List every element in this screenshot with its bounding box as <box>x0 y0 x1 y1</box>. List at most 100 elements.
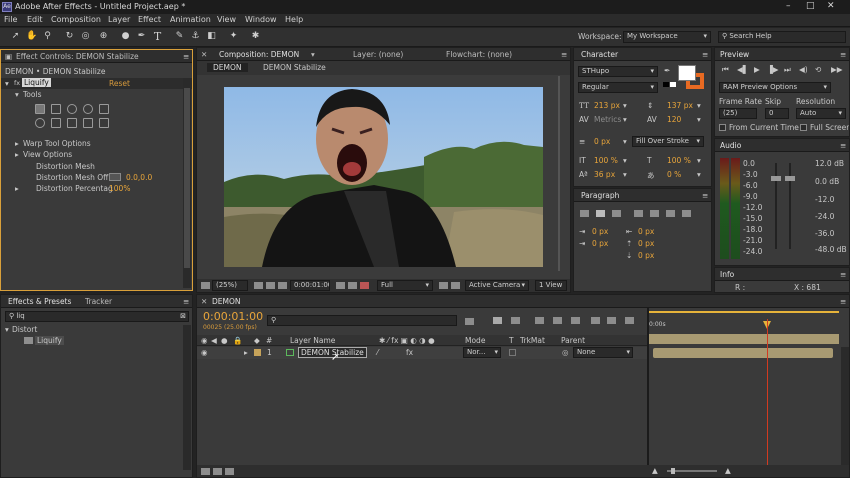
chevron-down-icon[interactable]: ▾ <box>697 101 701 110</box>
indent-right-value[interactable]: 0 px <box>638 227 654 236</box>
type-tool-icon[interactable]: T <box>152 31 163 42</box>
previous-frame-icon[interactable]: ◀▌ <box>737 65 749 74</box>
workspace-dropdown[interactable]: My Workspace ▾ <box>623 31 711 43</box>
clone-stamp-tool-icon[interactable]: ⚓ <box>190 31 201 42</box>
font-family-dropdown[interactable]: STHupo ▾ <box>578 66 658 77</box>
justify-all-icon[interactable] <box>682 210 691 217</box>
layer-duration-bar[interactable] <box>653 348 833 358</box>
vertical-scale-value[interactable]: 100 % <box>594 156 618 165</box>
timeline-zoom-knob[interactable] <box>671 468 675 474</box>
timeline-layer-row[interactable]: ◉ ▸ 1 DEMON Stabilize ➚ ⁄ fx Nor... ▾ ◎ … <box>197 347 647 363</box>
region-of-interest-icon[interactable] <box>439 282 448 289</box>
full-screen-checkbox[interactable] <box>800 124 807 131</box>
fx-icon[interactable]: fx <box>14 79 20 87</box>
reflection-tool-icon[interactable] <box>67 118 77 128</box>
zoom-out-icon[interactable]: ▲ <box>652 466 658 475</box>
motion-blur-icon[interactable] <box>571 317 580 324</box>
expand-in-out-icon[interactable] <box>225 468 234 475</box>
frame-rate-dropdown[interactable]: (25) <box>719 108 757 119</box>
chevron-down-icon[interactable]: ▾ <box>623 137 627 146</box>
snapshot-icon[interactable] <box>336 282 345 289</box>
panel-menu-icon[interactable]: ≡ <box>183 52 189 61</box>
align-left-icon[interactable] <box>580 210 589 217</box>
grid-icon[interactable] <box>266 282 275 289</box>
search-help-field[interactable]: ⚲ Search Help <box>718 31 846 43</box>
loop-icon[interactable]: ⟲ <box>815 65 821 74</box>
parent-header[interactable]: Parent <box>561 336 585 345</box>
crumb-demon-stabilize[interactable]: DEMON Stabilize <box>263 63 326 72</box>
last-frame-icon[interactable]: ⏭ <box>784 65 791 75</box>
leading-value[interactable]: 137 px <box>667 101 693 110</box>
liquify-effect-row[interactable]: ▾ fx Liquify Reset <box>1 78 192 89</box>
layer-parent-dropdown[interactable]: None ▾ <box>573 347 633 358</box>
menu-effect[interactable]: Effect <box>138 15 161 24</box>
effects-search-field[interactable]: ⚲ liq ⊠ <box>5 311 189 322</box>
pickwhip-icon[interactable]: ◎ <box>562 348 569 357</box>
chevron-down-icon[interactable]: ▾ <box>623 170 627 179</box>
disclosure-triangle-icon[interactable]: ▸ <box>15 150 19 159</box>
view-options[interactable]: View Options <box>23 150 72 159</box>
crosshair-icon[interactable] <box>109 173 121 181</box>
roto-brush-tool-icon[interactable]: ✦ <box>228 31 239 42</box>
current-time-field[interactable]: 0:00:01:00 <box>290 280 330 291</box>
expand-modes-icon[interactable] <box>213 468 222 475</box>
indent-first-value[interactable]: 0 px <box>592 239 608 248</box>
horizontal-scale-value[interactable]: 100 % <box>667 156 691 165</box>
brainstorm-icon[interactable] <box>591 317 600 324</box>
rotate-tool-icon[interactable]: ↻ <box>64 31 75 42</box>
timeline-search-field[interactable]: ⚲ <box>267 315 457 326</box>
panel-menu-icon[interactable]: ≡ <box>183 297 189 306</box>
indent-left-value[interactable]: 0 px <box>592 227 608 236</box>
composition-viewer[interactable] <box>224 87 543 267</box>
layer-mode-dropdown[interactable]: Nor... ▾ <box>463 347 501 358</box>
stroke-type-dropdown[interactable]: Fill Over Stroke ▾ <box>632 136 704 147</box>
t-header[interactable]: T <box>509 336 514 345</box>
comp-mini-flowchart-icon[interactable] <box>465 318 474 325</box>
skip-field[interactable]: 0 <box>765 108 789 119</box>
resolution-dropdown[interactable]: Full ▾ <box>377 280 433 291</box>
disclosure-triangle-icon[interactable]: ▾ <box>5 79 9 88</box>
reset-link[interactable]: Reset <box>109 79 130 88</box>
safe-zones-icon[interactable] <box>254 282 263 289</box>
character-tab[interactable]: Character ≡ <box>574 48 711 61</box>
maximize-button[interactable]: □ <box>806 1 815 11</box>
warp-tool-options[interactable]: Warp Tool Options <box>23 139 91 148</box>
close-icon[interactable]: ✕ <box>201 50 207 59</box>
clear-search-icon[interactable]: ⊠ <box>180 312 186 321</box>
panel-menu-icon[interactable]: ≡ <box>840 50 846 59</box>
menu-edit[interactable]: Edit <box>27 15 43 24</box>
frame-blending-icon[interactable] <box>553 317 562 324</box>
eraser-tool-icon[interactable]: ◧ <box>206 31 217 42</box>
disclosure-triangle-icon[interactable]: ▸ <box>15 184 19 193</box>
turbulence-tool-icon[interactable] <box>51 104 61 114</box>
timeline-current-time[interactable]: 0:00:01:00 <box>203 310 263 323</box>
camera-dropdown[interactable]: Active Camera ▾ <box>465 280 529 291</box>
space-before-value[interactable]: 0 px <box>638 239 654 248</box>
distortion-mesh-offset-value[interactable]: 0.0,0.0 <box>126 173 152 182</box>
timeline-tab[interactable]: DEMON <box>212 297 241 306</box>
baseline-shift-value[interactable]: 36 px <box>594 170 615 179</box>
effects-category-distort[interactable]: Distort <box>12 325 37 334</box>
flowchart-tab[interactable]: Flowchart: (none) <box>446 50 512 59</box>
preserve-transparency-checkbox[interactable] <box>509 349 516 356</box>
font-size-value[interactable]: 213 px <box>594 101 620 110</box>
layer-tab[interactable]: Layer: (none) <box>353 50 403 59</box>
audio-icon[interactable]: ◀) <box>799 65 808 74</box>
pan-behind-tool-icon[interactable]: ⊕ <box>98 31 109 42</box>
twirl-counterclockwise-tool-icon[interactable] <box>83 104 93 114</box>
chevron-down-icon[interactable]: ▾ <box>311 50 315 59</box>
first-frame-icon[interactable]: ⏮ <box>722 65 729 75</box>
justify-right-icon[interactable] <box>666 210 675 217</box>
scrollbar-thumb[interactable] <box>184 88 190 268</box>
chevron-down-icon[interactable]: ▾ <box>697 156 701 165</box>
shy-switch-icon[interactable]: ⁄ <box>377 348 378 357</box>
stroke-width-value[interactable]: 0 px <box>594 137 610 146</box>
menu-window[interactable]: Window <box>245 15 277 24</box>
toggle-mask-icon[interactable] <box>278 282 287 289</box>
panel-menu-icon[interactable]: ≡ <box>840 297 846 306</box>
align-center-icon[interactable] <box>596 210 605 217</box>
disclosure-triangle-icon[interactable]: ▾ <box>15 90 19 99</box>
hand-tool-icon[interactable]: ✋ <box>26 31 37 42</box>
white-swatch-icon[interactable] <box>670 82 676 87</box>
info-tab[interactable]: Info ≡ <box>715 268 849 281</box>
